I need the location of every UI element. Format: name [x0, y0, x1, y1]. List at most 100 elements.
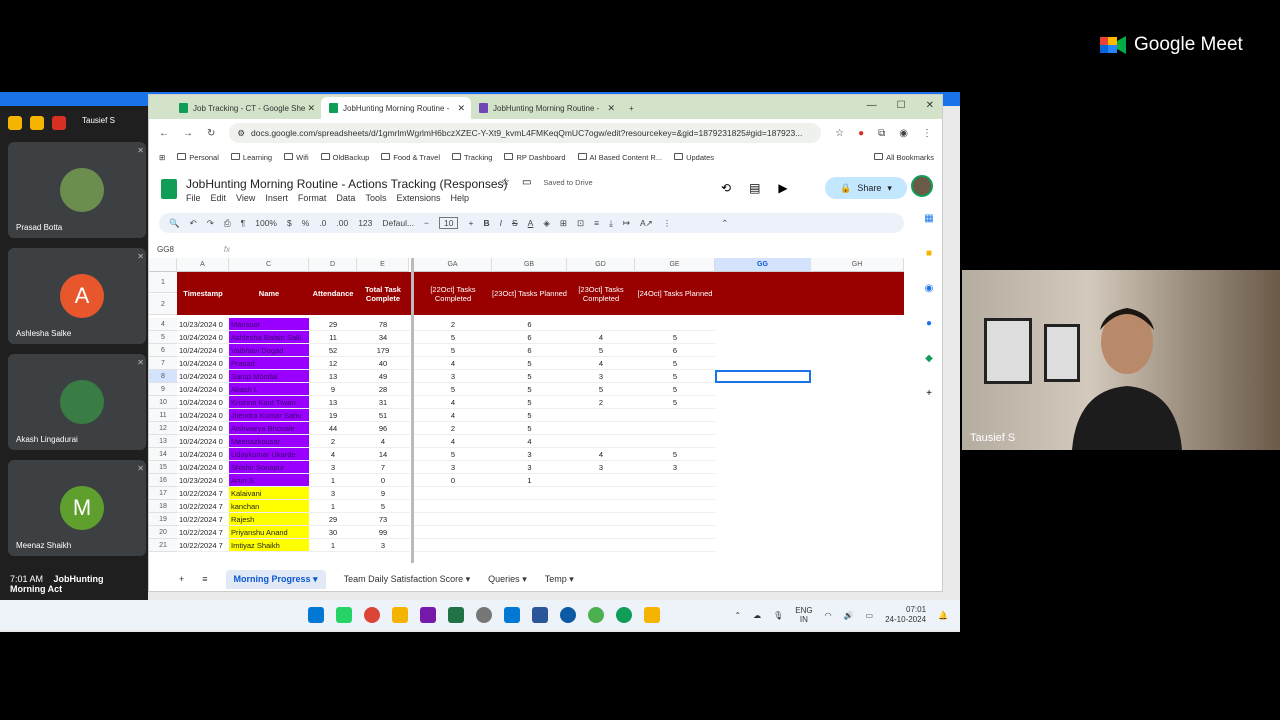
zoom-select[interactable]: 100%: [255, 218, 277, 228]
document-title[interactable]: JobHunting Morning Routine - Actions Tra…: [186, 177, 508, 191]
menu-file[interactable]: File: [186, 193, 201, 203]
fill-color-icon[interactable]: ◈: [543, 218, 550, 229]
bookmark-item[interactable]: Wifi: [284, 152, 309, 162]
table-cell[interactable]: 2: [414, 422, 492, 435]
grid-corner[interactable]: [149, 258, 177, 272]
table-cell[interactable]: [492, 500, 567, 513]
app-icon[interactable]: [476, 607, 492, 623]
table-cell[interactable]: 1: [309, 500, 357, 513]
row-number[interactable]: 13: [149, 435, 177, 448]
table-cell[interactable]: Jitendra Kumar Sahu: [229, 409, 309, 422]
table-cell[interactable]: 10/22/2024 7: [177, 539, 229, 552]
table-cell[interactable]: 10/24/2024 0: [177, 331, 229, 344]
bookmark-item[interactable]: RP Dashboard: [504, 152, 566, 162]
browser-tab[interactable]: Job Tracking - CT - Google She ✕: [171, 97, 321, 119]
share-button[interactable]: 🔒 Share ▾: [825, 177, 907, 199]
wrap-icon[interactable]: ↦: [623, 218, 630, 229]
table-cell[interactable]: [567, 409, 635, 422]
table-cell[interactable]: 0: [414, 474, 492, 487]
table-cell[interactable]: 99: [357, 526, 409, 539]
table-cell[interactable]: Sarup Mondal: [229, 370, 309, 383]
table-cell[interactable]: Mansoor: [229, 318, 309, 331]
browser-tab[interactable]: JobHunting Morning Routine - ✕: [471, 97, 621, 119]
undo-icon[interactable]: ↶: [190, 218, 197, 229]
row-number[interactable]: 4: [149, 318, 177, 331]
whatsapp-icon[interactable]: [336, 607, 352, 623]
chrome-icon[interactable]: [364, 607, 380, 623]
table-cell[interactable]: 2: [309, 435, 357, 448]
table-cell[interactable]: 10/24/2024 0: [177, 435, 229, 448]
table-cell[interactable]: 4: [414, 396, 492, 409]
participant-tile[interactable]: ✕ M Meenaz Shaikh: [8, 460, 146, 556]
contacts-icon[interactable]: ●: [926, 318, 932, 329]
table-cell[interactable]: 9: [357, 487, 409, 500]
site-info-icon[interactable]: ⚙: [237, 128, 245, 139]
excel-icon[interactable]: [448, 607, 464, 623]
valign-icon[interactable]: ⤓: [609, 218, 613, 229]
sheet-tab-morning-progress[interactable]: Morning Progress ▾: [225, 569, 326, 589]
table-cell[interactable]: 5: [414, 331, 492, 344]
close-window-icon[interactable]: ✕: [926, 100, 934, 111]
borders-icon[interactable]: ⊞: [560, 218, 567, 229]
presenter-video[interactable]: Tausief S: [962, 270, 1280, 450]
bookmark-star-icon[interactable]: ☆: [835, 128, 844, 139]
table-cell[interactable]: 40: [357, 357, 409, 370]
text-color-icon[interactable]: A: [528, 218, 534, 228]
table-cell[interactable]: 13: [309, 396, 357, 409]
table-cell[interactable]: 5: [635, 383, 715, 396]
row-number[interactable]: 12: [149, 422, 177, 435]
table-cell[interactable]: 10/24/2024 0: [177, 396, 229, 409]
table-cell[interactable]: 6: [635, 344, 715, 357]
table-cell[interactable]: [414, 539, 492, 552]
table-cell[interactable]: 96: [357, 422, 409, 435]
table-cell[interactable]: Kalaivani: [229, 487, 309, 500]
merge-icon[interactable]: ⊡: [577, 218, 584, 229]
table-cell[interactable]: [567, 435, 635, 448]
table-cell[interactable]: 1: [309, 474, 357, 487]
table-cell[interactable]: 31: [357, 396, 409, 409]
table-cell[interactable]: 5: [414, 344, 492, 357]
collapse-toolbar-icon[interactable]: ⌃: [721, 218, 728, 229]
table-cell[interactable]: [635, 435, 715, 448]
comments-icon[interactable]: ▤: [749, 181, 760, 195]
table-cell[interactable]: 49: [357, 370, 409, 383]
maps-icon[interactable]: ◆: [925, 353, 933, 364]
table-cell[interactable]: 9: [309, 383, 357, 396]
table-cell[interactable]: [414, 513, 492, 526]
table-cell[interactable]: 10/23/2024 0: [177, 318, 229, 331]
table-cell[interactable]: 4: [567, 331, 635, 344]
raise-hand-icon[interactable]: [8, 116, 22, 130]
table-cell[interactable]: 6: [492, 318, 567, 331]
table-cell[interactable]: 5: [414, 383, 492, 396]
menu-insert[interactable]: Insert: [265, 193, 288, 203]
column-header[interactable]: D: [309, 258, 357, 272]
table-cell[interactable]: [635, 539, 715, 552]
row-number[interactable]: 2: [149, 294, 177, 315]
table-cell[interactable]: 5: [357, 500, 409, 513]
table-cell[interactable]: 51: [357, 409, 409, 422]
table-cell[interactable]: 5: [635, 396, 715, 409]
rotate-icon[interactable]: A↗: [640, 218, 653, 229]
table-cell[interactable]: 3: [309, 487, 357, 500]
menu-help[interactable]: Help: [450, 193, 469, 203]
redo-icon[interactable]: ↷: [207, 218, 214, 229]
table-cell[interactable]: [635, 526, 715, 539]
table-cell[interactable]: 5: [635, 357, 715, 370]
calendar-icon[interactable]: ▦: [924, 213, 933, 224]
row-number[interactable]: 16: [149, 474, 177, 487]
table-cell[interactable]: 10/23/2024 0: [177, 474, 229, 487]
close-tab-icon[interactable]: ✕: [607, 103, 615, 114]
font-size-increase[interactable]: +: [468, 218, 473, 228]
table-cell[interactable]: 10/24/2024 0: [177, 383, 229, 396]
table-cell[interactable]: Krishna Kant Tiwari: [229, 396, 309, 409]
app-icon[interactable]: [616, 607, 632, 623]
table-cell[interactable]: 5: [635, 331, 715, 344]
table-cell[interactable]: 6: [492, 344, 567, 357]
app-icon[interactable]: [644, 607, 660, 623]
table-cell[interactable]: [567, 500, 635, 513]
table-cell[interactable]: 73: [357, 513, 409, 526]
table-cell[interactable]: Arun S: [229, 474, 309, 487]
percent-button[interactable]: %: [302, 218, 310, 228]
table-cell[interactable]: 10/24/2024 0: [177, 422, 229, 435]
minimize-icon[interactable]: —: [867, 100, 877, 111]
